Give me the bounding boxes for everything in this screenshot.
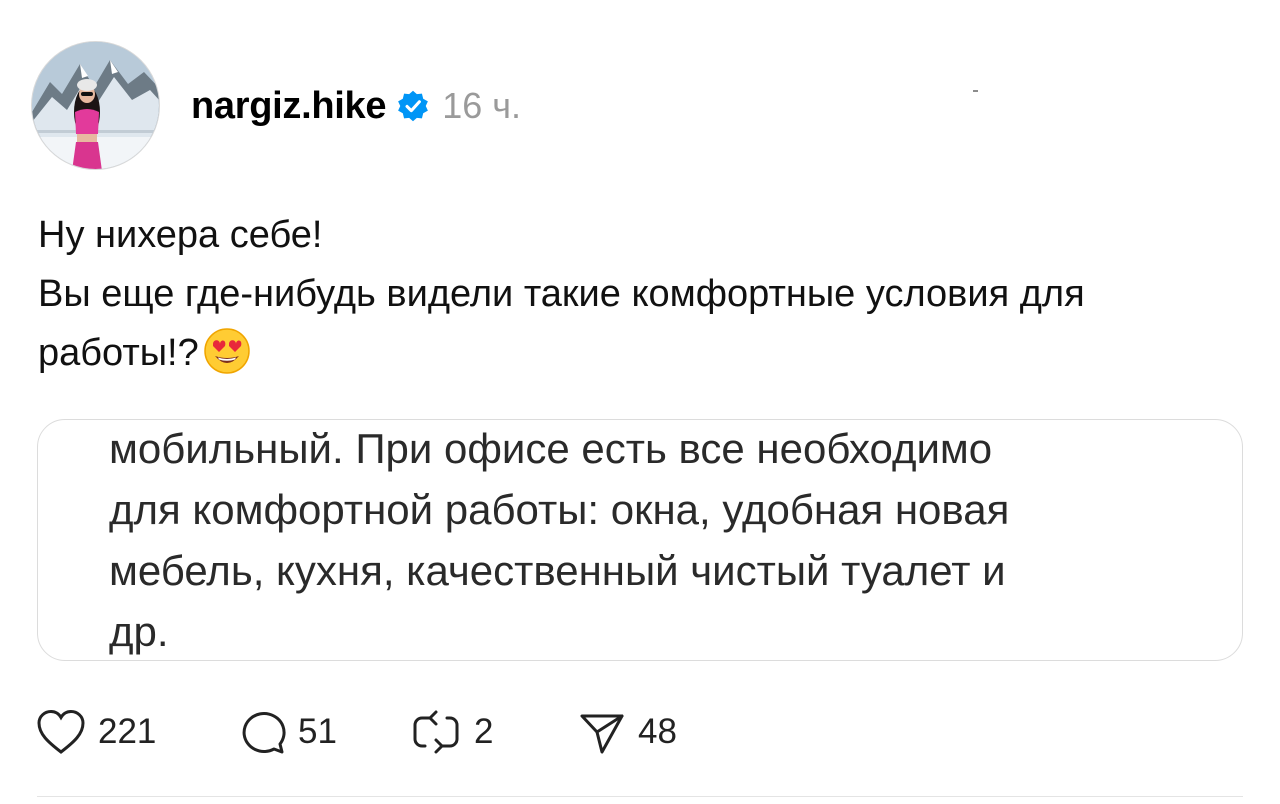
post-author-row: nargiz.hike 16 ч.	[191, 82, 521, 130]
heart-icon	[37, 709, 85, 754]
repost-count: 2	[474, 712, 494, 751]
share-button[interactable]: 48	[578, 708, 718, 756]
post-divider	[37, 796, 1243, 797]
post-action-bar: 221 51 2 48	[36, 704, 718, 760]
media-screenshot-text: мобильный. При офисе есть все необходимо…	[109, 425, 1010, 655]
share-count: 48	[638, 712, 677, 751]
post-media-card[interactable]: мобильный. При офисе есть все необходимо…	[37, 419, 1243, 661]
repost-icon	[413, 710, 459, 754]
post-text-line-2: Вы еще где-нибудь видели такие комфортны…	[38, 265, 1238, 383]
verified-badge-icon	[398, 90, 429, 122]
stray-mark	[973, 90, 978, 92]
like-button[interactable]: 221	[36, 708, 238, 756]
author-username[interactable]: nargiz.hike	[191, 85, 387, 128]
repost-button[interactable]: 2	[410, 708, 578, 756]
avatar[interactable]	[31, 41, 160, 170]
reply-button[interactable]: 51	[238, 708, 410, 756]
post-text-line-1: Ну нихера себе!	[38, 214, 323, 256]
heart-eyes-emoji-icon	[204, 328, 250, 374]
post-timestamp: 16 ч.	[442, 85, 522, 126]
comment-bubble-icon	[242, 712, 286, 754]
like-count: 221	[98, 712, 157, 751]
send-icon	[580, 714, 624, 754]
post-body: Ну нихера себе! Вы еще где-нибудь видели…	[38, 206, 1238, 383]
post-text-line-2-text: Вы еще где-нибудь видели такие комфортны…	[38, 273, 1085, 374]
reply-count: 51	[298, 712, 337, 751]
avatar-photo-image	[32, 42, 159, 169]
